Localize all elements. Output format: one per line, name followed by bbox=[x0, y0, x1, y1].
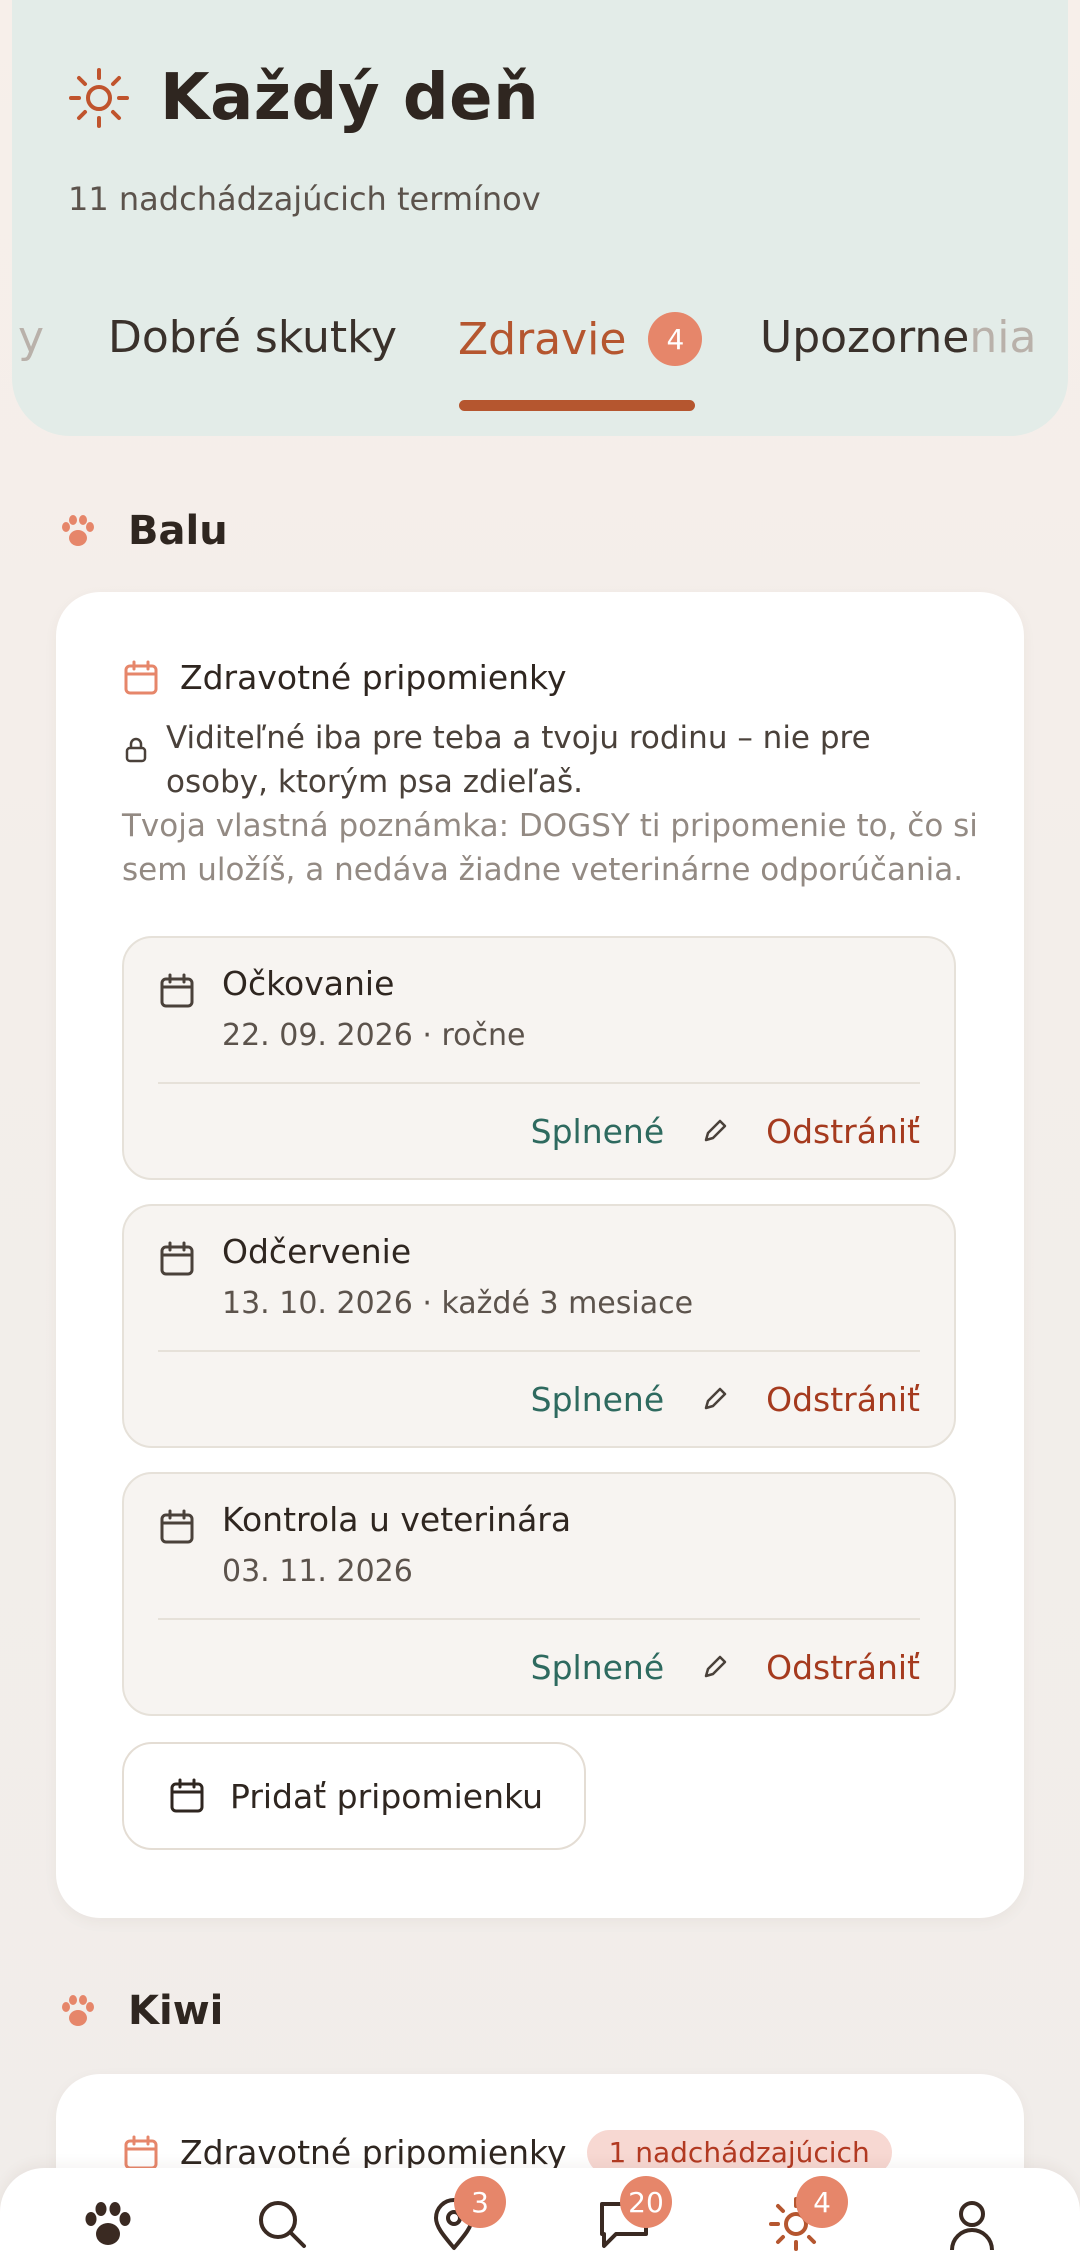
bottom-navigation: 3 20 4 bbox=[0, 2168, 1080, 2268]
card-title: Zdravotné pripomienky bbox=[180, 2133, 567, 2172]
calendar-icon bbox=[124, 2135, 158, 2169]
mark-done-button[interactable]: Splnené bbox=[531, 1380, 665, 1419]
pet-section-header: Balu bbox=[58, 508, 228, 554]
reminder-item: Odčervenie 13. 10. 2026 · každé 3 mesiac… bbox=[122, 1204, 956, 1448]
paw-icon bbox=[62, 1995, 94, 2026]
mark-done-button[interactable]: Splnené bbox=[531, 1112, 665, 1151]
privacy-text: Viditeľné iba pre teba a tvoju rodinu – … bbox=[166, 720, 871, 800]
lock-icon bbox=[125, 737, 147, 763]
calendar-icon bbox=[160, 973, 194, 1008]
add-reminder-button[interactable]: Pridať pripomienku bbox=[122, 1742, 586, 1850]
card-title: Zdravotné pripomienky bbox=[180, 658, 567, 697]
nav-map[interactable]: 3 bbox=[426, 2176, 506, 2256]
nav-badge: 4 bbox=[796, 2176, 848, 2228]
tab-label: Upozorne bbox=[760, 312, 970, 363]
reminder-name: Kontrola u veterinára bbox=[222, 1500, 572, 1539]
divider bbox=[158, 1618, 920, 1620]
upcoming-count: 11 nadchádzajúcich termínov bbox=[68, 180, 541, 218]
pencil-icon[interactable] bbox=[700, 1652, 730, 1682]
reminder-date: 13. 10. 2026 · každé 3 mesiace bbox=[222, 1286, 694, 1321]
reminder-item: Očkovanie 22. 09. 2026 · ročne Splnené O… bbox=[122, 936, 956, 1180]
paw-icon bbox=[62, 515, 94, 546]
reminder-date: 22. 09. 2026 · ročne bbox=[222, 1018, 526, 1053]
pet-name: Balu bbox=[128, 508, 228, 554]
search-icon bbox=[259, 2201, 306, 2248]
nav-badge: 3 bbox=[454, 2176, 506, 2228]
reminder-actions: Splnené Odstrániť bbox=[531, 1644, 920, 1690]
calendar-icon bbox=[170, 1778, 204, 1813]
reminder-date: 03. 11. 2026 bbox=[222, 1554, 413, 1589]
calendar-icon bbox=[124, 660, 158, 694]
nav-search[interactable] bbox=[254, 2196, 314, 2256]
mark-done-button[interactable]: Splnené bbox=[531, 1648, 665, 1687]
reminder-item: Kontrola u veterinára 03. 11. 2026 Splne… bbox=[122, 1472, 956, 1716]
health-reminders-card: Zdravotné pripomienky Viditeľné iba pre … bbox=[56, 592, 1024, 1918]
delete-button[interactable]: Odstrániť bbox=[766, 1380, 920, 1419]
tab-label-faded: nia bbox=[969, 312, 1037, 363]
tab-health[interactable]: Zdravie 4 bbox=[458, 312, 703, 366]
nav-dogs[interactable] bbox=[80, 2196, 140, 2256]
tab-label: Dobré skutky bbox=[108, 312, 398, 363]
pet-name: Kiwi bbox=[128, 1988, 224, 2034]
card-header: Zdravotné pripomienky bbox=[122, 658, 567, 697]
calendar-icon bbox=[160, 1509, 194, 1544]
pet-section-header: Kiwi bbox=[58, 1988, 223, 2034]
delete-button[interactable]: Odstrániť bbox=[766, 1648, 920, 1687]
title-row: Každý deň bbox=[68, 58, 539, 138]
reminder-actions: Splnené Odstrániť bbox=[531, 1108, 920, 1154]
pencil-icon[interactable] bbox=[700, 1384, 730, 1414]
pencil-icon[interactable] bbox=[700, 1116, 730, 1146]
sun-icon bbox=[69, 68, 129, 128]
tab-partial-left[interactable]: y bbox=[18, 312, 44, 363]
nav-profile[interactable] bbox=[944, 2196, 1004, 2256]
divider bbox=[158, 1350, 920, 1352]
nav-daily[interactable]: 4 bbox=[768, 2176, 848, 2256]
tab-label: Zdravie bbox=[458, 313, 627, 365]
nav-badge: 20 bbox=[620, 2176, 672, 2228]
add-reminder-label: Pridať pripomienku bbox=[230, 1776, 544, 1816]
reminder-name: Očkovanie bbox=[222, 964, 395, 1003]
reminder-name: Odčervenie bbox=[222, 1232, 412, 1271]
divider bbox=[158, 1082, 920, 1084]
profile-icon bbox=[950, 2201, 994, 2251]
tab-label: y bbox=[18, 312, 45, 363]
paw-icon bbox=[85, 2202, 131, 2245]
nav-messages[interactable]: 20 bbox=[596, 2176, 672, 2256]
tab-good-deeds[interactable]: Dobré skutky bbox=[108, 312, 397, 363]
tab-bar: y Dobré skutky Zdravie 4 Upozorne nia bbox=[12, 300, 1068, 411]
disclaimer-note: Tvoja vlastná poznámka: DOGSY ti pripome… bbox=[122, 808, 978, 888]
delete-button[interactable]: Odstrániť bbox=[766, 1112, 920, 1151]
header: Každý deň 11 nadchádzajúcich termínov y … bbox=[12, 0, 1068, 436]
tab-notifications[interactable]: Upozorne nia bbox=[760, 312, 1036, 363]
privacy-notice: Viditeľné iba pre teba a tvoju rodinu – … bbox=[122, 716, 982, 804]
calendar-icon bbox=[160, 1241, 194, 1276]
tab-badge: 4 bbox=[648, 312, 703, 366]
reminder-actions: Splnené Odstrániť bbox=[531, 1376, 920, 1422]
page-title: Každý deň bbox=[160, 61, 540, 135]
active-tab-indicator bbox=[459, 400, 695, 411]
